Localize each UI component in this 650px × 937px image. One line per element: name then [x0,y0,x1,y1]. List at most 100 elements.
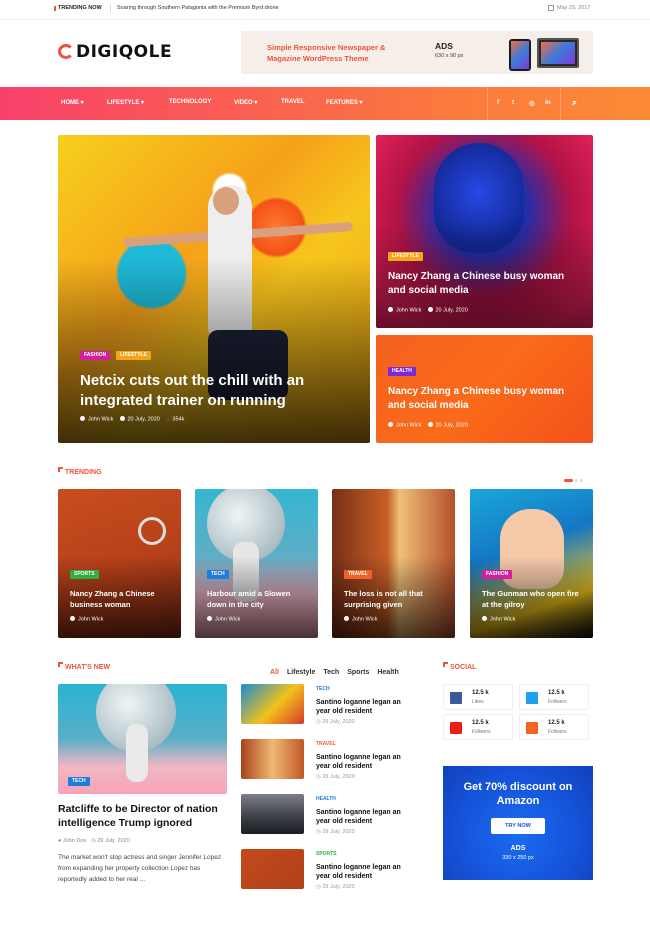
main-nav: HOME ▾ LIFESTYLE ▾ TECHNOLOGY VIDEO ▾ TR… [0,87,650,120]
section-title-trending: TRENDING [65,469,102,476]
author[interactable]: John Wick [396,308,421,314]
post-meta: John Wick 20 July, 2020 [388,422,468,429]
trending-card[interactable]: TRAVEL The loss is not all that surprisi… [332,489,455,638]
tablet-image [537,38,579,68]
youtube-icon [450,722,462,734]
nav-item-home[interactable]: HOME ▾ [61,99,84,106]
post-thumbnail[interactable] [241,794,304,834]
hero-main-card[interactable]: FASHION LIFESTYLE Netcix cuts out the ch… [58,135,370,443]
divider [560,87,561,120]
trending-card[interactable]: FASHION The Gunman who open fire at the … [470,489,593,638]
social-label: Follwers [548,699,567,705]
nav-item-lifestyle[interactable]: LIFESTYLE ▾ [107,99,144,106]
ad-label: ADS [510,845,526,852]
instagram-icon[interactable]: ◎ [529,99,535,107]
facebook-icon[interactable]: f [497,99,499,106]
social-label: Follwers [548,729,567,735]
try-now-button[interactable]: TRY NOW [491,818,545,834]
tab-sports[interactable]: Sports [347,669,369,676]
featured-post-title[interactable]: Ratcliffe to be Director of nation intel… [58,802,233,830]
post-date: ◷ 29 July, 2020 [316,719,355,725]
current-date: May 29, 2017 [557,5,591,11]
social-counter-twitter[interactable]: 12.5 k Follwers [519,684,589,710]
author[interactable]: John Wick [215,617,240,623]
tab-all[interactable]: All [270,669,279,676]
date: 29 July, 2020 [97,838,130,844]
search-icon[interactable]: ⌕ [572,97,577,108]
author[interactable]: John Wick [490,617,515,623]
header-ad-banner[interactable]: Simple Responsive Newspaper & Magazine W… [241,31,593,74]
category-badge[interactable]: FASHION [482,570,513,579]
tab-tech[interactable]: Tech [323,669,339,676]
post-meta: ● John Doe ◷ 29 July, 2020 [58,838,130,844]
category-badge[interactable]: FASHION [80,351,111,360]
promo-title: Get 70% discount on Amazon [463,781,573,807]
rss-icon [526,722,538,734]
hero-side-card[interactable]: HEALTH Nancy Zhang a Chinese busy woman … [376,335,593,443]
social-counter-youtube[interactable]: 12.5 k Follwers [443,714,513,740]
post-thumbnail[interactable] [241,849,304,889]
fire-icon: ♨ [165,416,171,423]
twitter-icon[interactable]: t [512,99,514,106]
category-badge[interactable]: HEALTH [388,367,416,376]
user-icon [70,616,75,621]
post-thumbnail[interactable] [241,739,304,779]
category-badge[interactable]: TECH [207,570,229,579]
user-icon [388,307,393,312]
post-title[interactable]: Santino loganne legan an year old reside… [316,863,406,881]
clock-icon: ◷ [91,838,96,844]
post-category[interactable]: TRAVEL [316,741,336,747]
trending-card[interactable]: SPORTS Nancy Zhang a Chinese business wo… [58,489,181,638]
tab-health[interactable]: Health [377,669,398,676]
hero-side-title[interactable]: Nancy Zhang a Chinese busy woman and soc… [388,385,583,413]
trending-now-label: TRENDING NOW [54,5,102,11]
post-category[interactable]: HEALTH [316,796,336,802]
hero-main-meta: John Wick 20 July, 2020 ♨ 354k [80,416,184,423]
social-count: 12.5 k [472,720,489,726]
post-category[interactable]: TECH [316,686,330,692]
nav-item-features[interactable]: FEATURES ▾ [326,99,363,106]
post-title[interactable]: Santino loganne legan an year old reside… [316,698,406,716]
social-count: 12.5 k [548,720,565,726]
featured-post-image[interactable]: TECH [58,684,227,794]
post-title[interactable]: Santino loganne legan an year old reside… [316,753,406,771]
hero-side-card[interactable]: LIFESTYLE Nancy Zhang a Chinese busy wom… [376,135,593,328]
site-logo[interactable]: DIGIQOLE [58,42,172,62]
section-marker [58,467,63,472]
author[interactable]: John Wick [352,617,377,623]
trending-title[interactable]: Harbour amid a Slowen down in the city [207,588,311,610]
trending-title[interactable]: The Gunman who open fire at the gilroy [482,588,586,610]
sidebar-ad-banner[interactable]: Get 70% discount on Amazon TRY NOW ADS 3… [443,766,593,880]
category-badge[interactable]: LIFESTYLE [116,351,151,360]
trending-title[interactable]: Nancy Zhang a Chinese business woman [70,588,174,610]
trending-headline-link[interactable]: Soaring through Southern Patagonia with … [117,5,279,11]
linkedin-icon[interactable]: in [545,99,551,106]
carousel-dots[interactable] [562,469,583,487]
category-badge[interactable]: TECH [68,777,90,786]
author[interactable]: John Wick [88,417,113,423]
user-icon [344,616,349,621]
author[interactable]: John Wick [396,423,421,429]
hero-main-title[interactable]: Netcix cuts out the chill with an integr… [80,371,340,411]
tab-lifestyle[interactable]: Lifestyle [287,669,315,676]
user-icon [207,616,212,621]
nav-item-technology[interactable]: TECHNOLOGY [169,99,211,105]
section-title-whats-new: WHAT'S NEW [65,664,111,671]
post-title[interactable]: Santino loganne legan an year old reside… [316,808,406,826]
post-thumbnail[interactable] [241,684,304,724]
post-meta: John Wick [70,616,103,623]
social-counter-rss[interactable]: 12.5 k Follwers [519,714,589,740]
trending-card[interactable]: TECH Harbour amid a Slowen down in the c… [195,489,318,638]
nav-item-travel[interactable]: TRAVEL [281,99,305,105]
author[interactable]: John Wick [78,617,103,623]
category-badge[interactable]: TRAVEL [344,570,372,579]
post-category[interactable]: SPORTS [316,851,337,857]
trending-title[interactable]: The loss is not all that surprising give… [344,588,448,610]
author[interactable]: John Doe [63,838,87,844]
social-counter-facebook[interactable]: 12.5 k Likes [443,684,513,710]
category-badge[interactable]: SPORTS [70,570,99,579]
views: 354k [172,416,185,423]
hero-side-title[interactable]: Nancy Zhang a Chinese busy woman and soc… [388,270,583,298]
nav-item-video[interactable]: VIDEO ▾ [234,99,257,106]
category-badge[interactable]: LIFESTYLE [388,252,423,261]
